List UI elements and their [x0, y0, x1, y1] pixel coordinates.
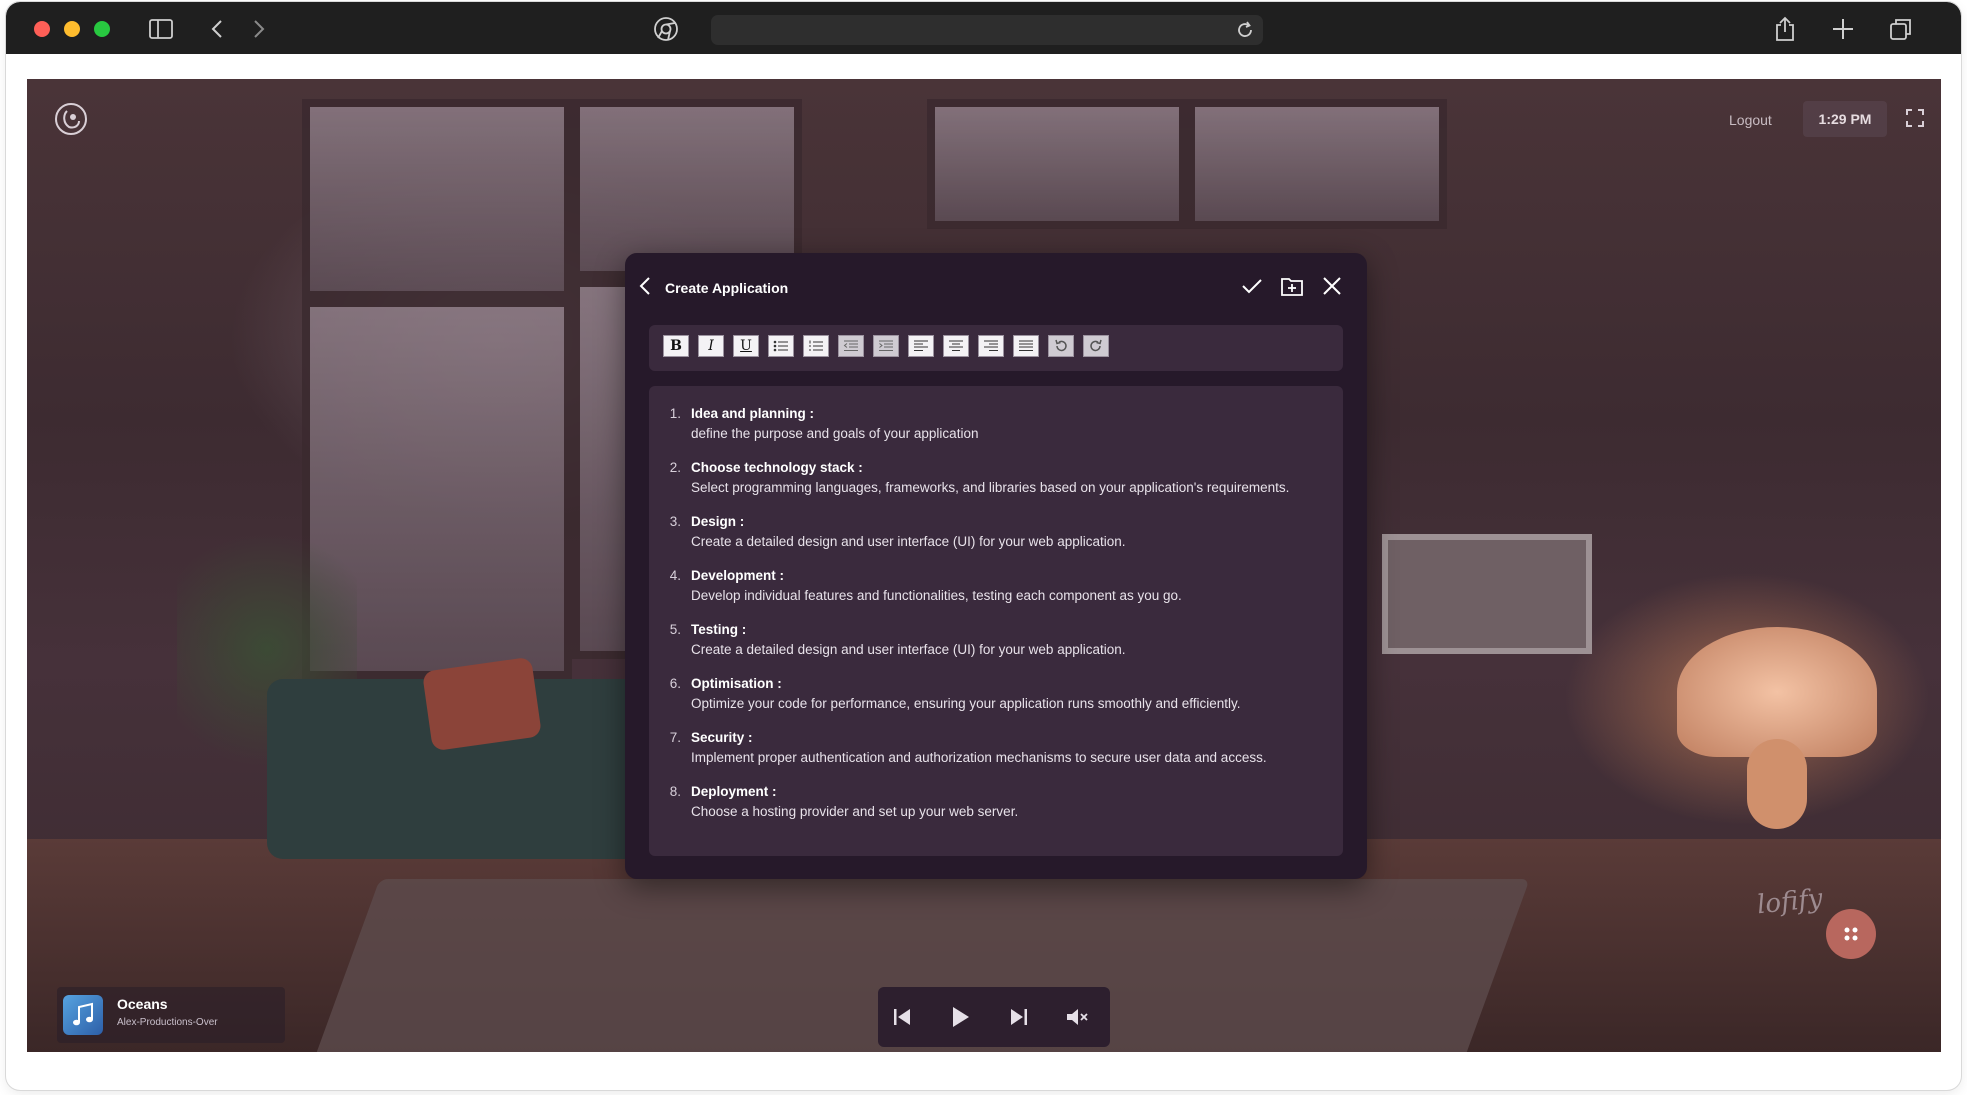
list-number: 8. [669, 784, 681, 799]
track-artist: Alex-Productions-Over [117, 1017, 218, 1028]
tab-overview-icon[interactable] [1886, 14, 1916, 44]
player-controls [878, 987, 1110, 1047]
list-item: 8. Deployment : Choose a hosting provider… [659, 782, 1327, 822]
step-title: Security : [691, 730, 753, 745]
step-title: Deployment : [691, 784, 777, 799]
list-item: 2. Choose technology stack : Select progr… [659, 458, 1327, 498]
close-dialog-icon[interactable] [1319, 273, 1345, 299]
list-item: 6. Optimisation : Optimize your code for … [659, 674, 1327, 714]
play-icon[interactable] [946, 1003, 974, 1031]
list-item: 7. Security : Implement proper authentica… [659, 728, 1327, 768]
reload-icon[interactable] [1235, 20, 1255, 45]
step-title: Optimisation : [691, 676, 782, 691]
browser-window: Logout 1:29 PM Create Application B I U … [6, 2, 1961, 1090]
indent-tool[interactable] [873, 335, 899, 357]
add-folder-icon[interactable] [1279, 273, 1305, 299]
step-description: Choose a hosting provider and set up you… [691, 804, 1019, 819]
new-tab-icon[interactable] [1828, 14, 1858, 44]
list-number: 2. [669, 460, 681, 475]
bold-tool[interactable]: B [663, 335, 689, 357]
list-item: 5. Testing : Create a detailed design and… [659, 620, 1327, 660]
apps-menu-button[interactable] [1826, 909, 1876, 959]
browser-logo-icon [651, 14, 681, 44]
step-title: Idea and planning : [691, 406, 815, 421]
list-item: 3. Design : Create a detailed design and … [659, 512, 1327, 552]
step-title: Development : [691, 568, 785, 583]
minimize-window-button[interactable] [64, 21, 80, 37]
list-number: 3. [669, 514, 681, 529]
app-viewport: Logout 1:29 PM Create Application B I U … [27, 79, 1941, 1052]
list-number: 4. [669, 568, 681, 583]
italic-tool[interactable]: I [698, 335, 724, 357]
redo-tool[interactable] [1083, 335, 1109, 357]
previous-track-icon[interactable] [888, 1003, 916, 1031]
track-title: Oceans [117, 996, 168, 1012]
editor-toolbar: B I U [649, 325, 1343, 371]
editor-content[interactable]: 1. Idea and planning : define the purpose… [649, 386, 1343, 856]
now-playing-card[interactable]: Oceans Alex-Productions-Over [57, 987, 285, 1043]
close-window-button[interactable] [34, 21, 50, 37]
logout-link[interactable]: Logout [1729, 112, 1772, 128]
numbered-list-tool[interactable] [803, 335, 829, 357]
step-title: Design : [691, 514, 745, 529]
align-center-tool[interactable] [943, 335, 969, 357]
justify-tool[interactable] [1013, 335, 1039, 357]
grid-dots-icon [1844, 927, 1858, 941]
create-application-dialog: Create Application B I U 1. Idea and pla… [625, 253, 1367, 879]
fullscreen-icon[interactable] [1902, 105, 1928, 131]
music-note-icon [63, 995, 103, 1035]
list-number: 1. [669, 406, 681, 421]
step-description: Develop individual features and function… [691, 588, 1182, 603]
step-title: Testing : [691, 622, 747, 637]
align-right-tool[interactable] [978, 335, 1004, 357]
dialog-title: Create Application [665, 280, 789, 296]
maximize-window-button[interactable] [94, 21, 110, 37]
step-description: Select programming languages, frameworks… [691, 480, 1290, 495]
step-description: Implement proper authentication and auth… [691, 750, 1267, 765]
outdent-tool[interactable] [838, 335, 864, 357]
sidebar-toggle-icon[interactable] [146, 14, 176, 44]
step-description: Create a detailed design and user interf… [691, 534, 1126, 549]
step-description: Create a detailed design and user interf… [691, 642, 1126, 657]
list-item: 4. Development : Develop individual featu… [659, 566, 1327, 606]
underline-tool[interactable]: U [733, 335, 759, 357]
back-arrow-icon[interactable] [639, 276, 655, 296]
share-icon[interactable] [1770, 14, 1800, 44]
clock-display: 1:29 PM [1803, 101, 1887, 137]
clock-time: 1:29 PM [1818, 111, 1872, 127]
next-track-icon[interactable] [1005, 1003, 1033, 1031]
step-description: Optimize your code for performance, ensu… [691, 696, 1241, 711]
volume-mute-icon[interactable] [1064, 1003, 1092, 1031]
undo-tool[interactable] [1048, 335, 1074, 357]
url-bar[interactable] [711, 15, 1263, 45]
browser-titlebar [6, 2, 1961, 54]
back-icon[interactable] [202, 14, 232, 44]
list-item: 1. Idea and planning : define the purpose… [659, 404, 1327, 444]
align-left-tool[interactable] [908, 335, 934, 357]
step-description: define the purpose and goals of your app… [691, 426, 979, 441]
app-logo-icon[interactable] [53, 101, 89, 137]
confirm-check-icon[interactable] [1239, 273, 1265, 299]
step-title: Choose technology stack : [691, 460, 863, 475]
bullet-list-tool[interactable] [768, 335, 794, 357]
list-number: 6. [669, 676, 681, 691]
list-number: 7. [669, 730, 681, 745]
forward-icon[interactable] [244, 14, 274, 44]
list-number: 5. [669, 622, 681, 637]
